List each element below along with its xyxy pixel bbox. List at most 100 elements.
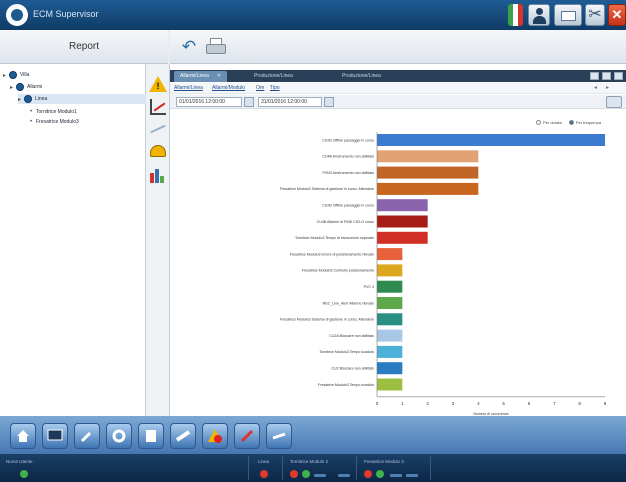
radio-frequenza-label: Per frequenza (575, 120, 601, 125)
chart-bar (377, 150, 479, 163)
category-label: CU2B Offline passaggio in corso (322, 138, 374, 142)
x-tick-label: 4 (477, 401, 480, 406)
chart-bar (377, 182, 479, 195)
pipe-icon (175, 430, 191, 442)
report-toolbar: ↶ (170, 30, 626, 64)
x-tick-label: 5 (502, 401, 505, 406)
tree-node-linea[interactable]: ▸ Linea (18, 94, 146, 104)
tree-node-fresatrice[interactable]: • Fresatrice Modulo3 (30, 117, 79, 127)
back-arrow-icon[interactable]: ↶ (178, 36, 200, 58)
x-tick-label: 0 (376, 401, 379, 406)
category-label: CU2 Bloccare non abilitato (331, 367, 374, 371)
settings-dock-button[interactable] (266, 423, 292, 449)
gauge-icon[interactable] (149, 142, 167, 160)
tornitrice-bar (314, 474, 326, 477)
tree-node-tornitrice[interactable]: • Tornitrice Modulo1 (30, 107, 77, 117)
user-label: Nome Utente (6, 459, 33, 464)
warning-icon[interactable]: ! (149, 76, 167, 94)
radio-durata[interactable] (536, 120, 541, 125)
chart-bar (377, 215, 428, 228)
prev-page-icon[interactable]: ◂ (594, 84, 597, 91)
user-button[interactable] (528, 4, 550, 26)
link-ore[interactable]: Ore (256, 85, 264, 91)
printer-icon[interactable] (204, 37, 228, 57)
minimize-icon[interactable] (590, 72, 599, 80)
link-allarmi-modulo[interactable]: Allarmi/Modulo (212, 85, 245, 91)
close-panel-icon[interactable] (614, 72, 623, 80)
tab-label: Produzione/Linea (342, 73, 381, 79)
bar-chart-icon[interactable] (149, 166, 167, 184)
line-chart-icon[interactable] (149, 98, 167, 116)
x-tick-label: 7 (553, 401, 556, 406)
category-label: Fresatrice Modulo3 Errore di posizioname… (290, 252, 374, 256)
chart-bar (377, 345, 403, 358)
tab-label: Allarmi/Linea (180, 73, 209, 79)
messages-button[interactable] (554, 4, 582, 26)
alarm-button[interactable] (202, 423, 228, 449)
category-label: CU4B Arretramento non abilitato (322, 155, 374, 159)
link-allarmi-linea[interactable]: Allarmi/Linea (174, 85, 203, 91)
tools-button[interactable]: ✂ (585, 4, 605, 26)
tornitrice-alarm-led (290, 470, 298, 478)
report-panel: Allarmi/Linea ✕ Produzione/Linea Produzio… (170, 64, 626, 416)
category-label: Tornitrice Modulo3 Tempo di esecuzione s… (295, 236, 374, 240)
divider (248, 456, 249, 480)
radio-frequenza[interactable] (568, 120, 574, 125)
calendar-icon[interactable] (244, 97, 254, 107)
export-button[interactable] (606, 96, 622, 108)
pencil-icon (240, 429, 254, 443)
category-label: CU2A Bloccare non abilitato (329, 334, 374, 338)
chart-bar (377, 378, 403, 391)
calendar-icon[interactable] (324, 97, 334, 107)
pipeline-button[interactable] (170, 423, 196, 449)
fresatrice-bar (406, 474, 418, 477)
category-label: Fresatrice Modulo3 Sistema di gestione i… (280, 187, 374, 191)
link-tipo[interactable]: Tipo (270, 85, 280, 91)
chart-bar (377, 313, 403, 326)
tree-node-label: Allarmi (27, 84, 43, 90)
chart-bar (377, 166, 479, 179)
tree-node-allarmi[interactable]: ▸ Allarmi (10, 82, 42, 92)
tab-bar: Allarmi/Linea ✕ Produzione/Linea Produzio… (170, 70, 626, 82)
node-icon (16, 83, 24, 91)
tab-allarmi-linea[interactable]: Allarmi/Linea ✕ (174, 71, 228, 82)
tree-node-villa[interactable]: ▸ Villa (3, 70, 29, 80)
linea-status-led (260, 470, 268, 478)
trend-icon[interactable] (149, 120, 167, 138)
wrench2-icon (272, 432, 286, 440)
category-label: REC_Line_Alert Allarme rilevato (323, 301, 374, 305)
date-to-field[interactable]: 31/01/2016 12:00:00 (258, 97, 322, 107)
status-bar: Nome Utente Linea Tornitrice Modulo 2 Fr… (0, 454, 626, 482)
category-label: PVN3 Arretramento non abilitato (322, 171, 374, 175)
close-button[interactable]: ✕ (608, 4, 626, 26)
tornitrice-bar (338, 474, 350, 477)
language-flag-icon[interactable] (508, 4, 523, 26)
tornitrice-ok-led (302, 470, 310, 478)
date-filter: 01/01/2016 12:00:00 31/01/2016 12:00:00 (170, 95, 626, 109)
next-page-icon[interactable]: ▸ (606, 84, 609, 91)
report-types-strip: ! (146, 64, 170, 416)
divider (282, 456, 283, 480)
maintenance-button[interactable] (106, 423, 132, 449)
breadcrumb-links: Allarmi/Linea Allarmi/Modulo Ore Tipo ◂ … (170, 83, 626, 94)
x-tick-label: 9 (604, 401, 607, 406)
tab-produzione-linea[interactable]: Produzione/Linea (248, 71, 299, 82)
tools-dock-button[interactable] (74, 423, 100, 449)
wrench-icon (80, 431, 92, 443)
date-from-field[interactable]: 01/01/2016 12:00:00 (176, 97, 242, 107)
document-button[interactable] (138, 423, 164, 449)
fresatrice-label: Fresatrice Modulo 3 (364, 459, 404, 464)
monitor-button[interactable] (42, 423, 68, 449)
maximize-icon[interactable] (602, 72, 611, 80)
bottom-dock (0, 416, 626, 454)
tree-node-label: Fresatrice Modulo3 (36, 119, 79, 125)
divider (430, 456, 431, 480)
close-tab-icon[interactable]: ✕ (217, 73, 221, 79)
fresatrice-bar (390, 474, 402, 477)
edit-button[interactable] (234, 423, 260, 449)
home-button[interactable] (10, 423, 36, 449)
node-icon (24, 95, 32, 103)
tab-produzione-linea-2[interactable]: Produzione/Linea (336, 71, 387, 82)
tree-node-label: Villa (20, 72, 30, 78)
app-window: { "app": {"title": "ECM Supervisor"}, "s… (0, 0, 626, 482)
